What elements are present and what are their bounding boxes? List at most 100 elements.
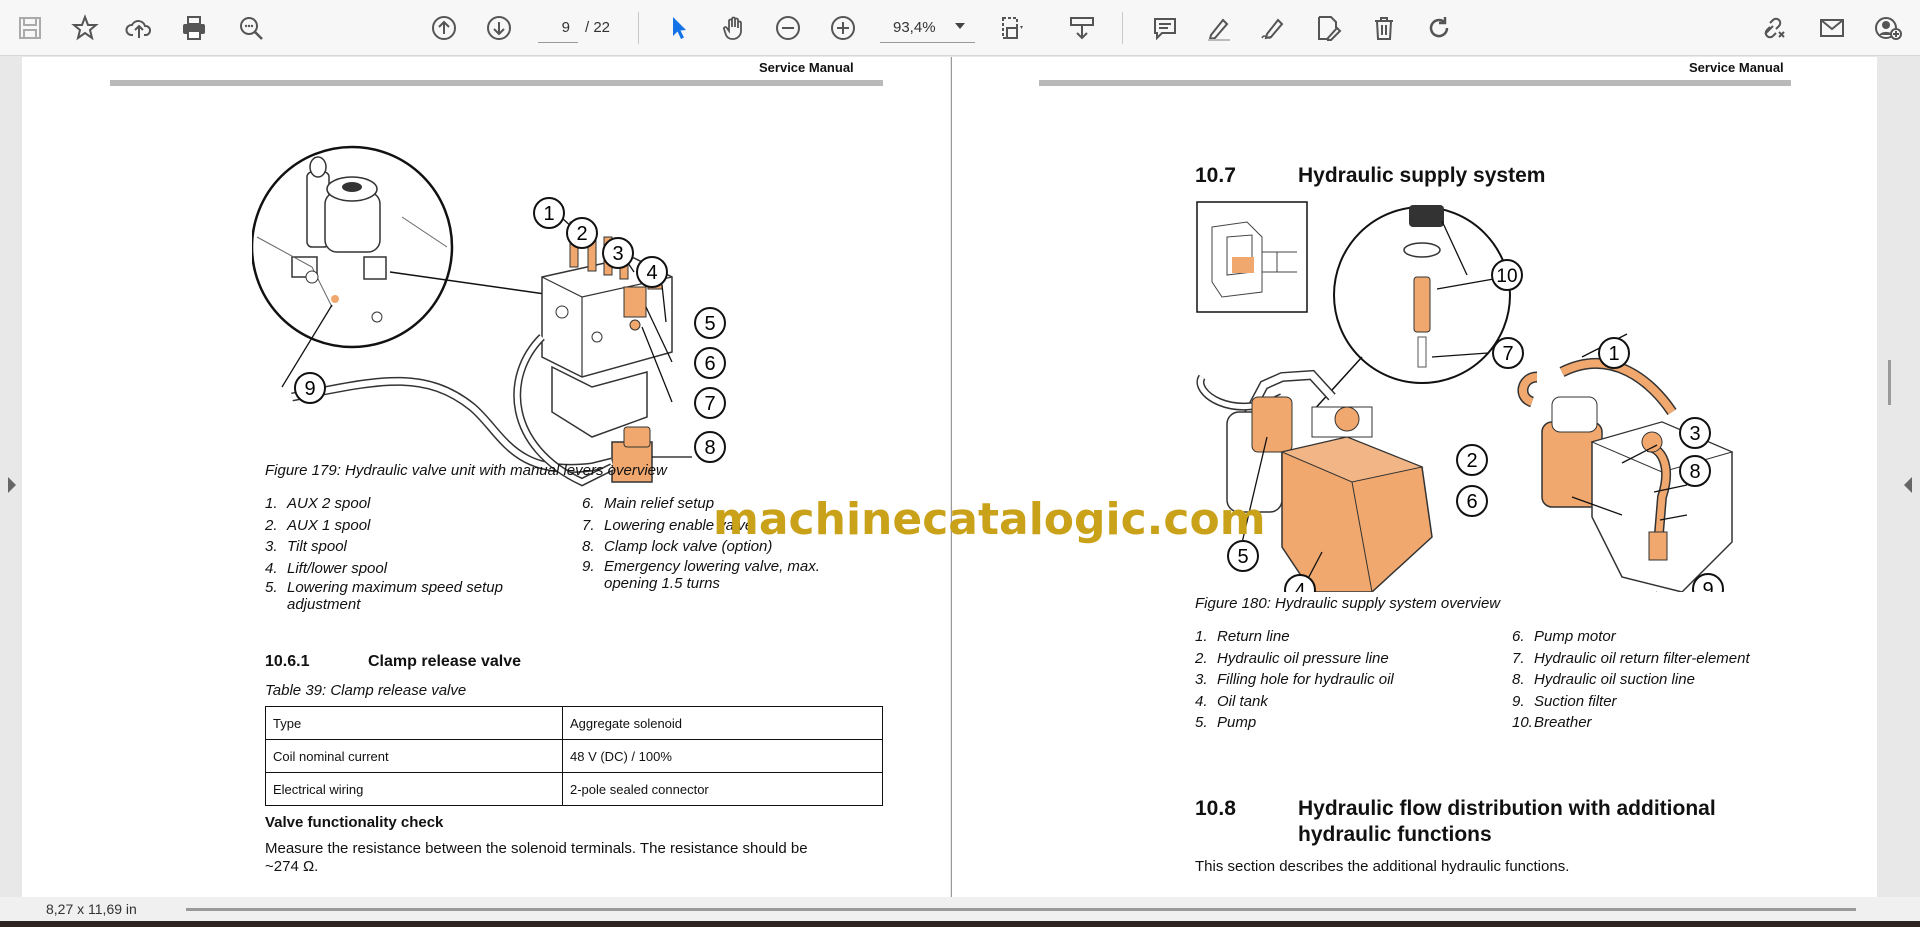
page-right: Service Manual 10.7 Hydraulic supply sys… [951,57,1877,897]
status-bar: 8,27 x 11,69 in [0,897,1920,921]
select-cursor-icon[interactable] [660,9,698,47]
svg-text:5: 5 [704,313,715,335]
check-title: Valve functionality check [265,814,444,831]
email-envelope-icon[interactable] [1813,9,1851,47]
legend-item: 2. Hydraulic oil pressure line [1195,649,1389,667]
vertical-scrollbar[interactable] [1888,360,1891,405]
section-title: Hydraulic flow distribution with additio… [1298,797,1716,820]
table-caption: Table 39: Clamp release valve [265,682,467,699]
section-title: Hydraulic supply system [1298,164,1546,187]
svg-text:2: 2 [576,223,587,245]
figure-legend-col2: 6. Pump motor 7. Hydraulic oil return filt… [1512,626,1812,734]
legend-item: 1. AUX 2 spool [265,495,371,512]
bookmark-star-icon[interactable] [66,9,104,47]
watermark-text: machinecatalogic.com [713,494,1266,545]
zoom-search-icon[interactable] [232,9,270,47]
legend-item: 3. Tilt spool [265,538,347,555]
page-total: / 22 [585,19,611,36]
table-cell: Electrical wiring [265,772,563,806]
user-account-icon[interactable] [1869,9,1907,47]
svg-text:5: 5 [1237,546,1248,568]
legend-item: 10. Breather [1512,714,1592,731]
zoom-in-icon[interactable] [824,9,862,47]
svg-text:8: 8 [704,437,715,459]
section-number: 10.6.1 [265,653,310,670]
legend-item: 1. Return line [1195,628,1290,645]
taskbar-edge [0,921,1920,927]
figure-legend-col1: 1. Return line 2. Hydraulic oil pressure l… [1195,626,1495,734]
section-number: 10.7 [1195,164,1236,187]
page-left: Service Manual 1 2 3 4 5 6 7 8 9 Figure … [22,57,950,897]
legend-item: 4. Lift/lower spool [265,559,388,577]
legend-item: 9. Emergency lowering valve, max. opening… [582,557,820,592]
zoom-dropdown-icon[interactable] [955,23,965,29]
svg-text:10: 10 [1496,266,1517,287]
check-text: Measure the resistance between the solen… [265,840,808,875]
fill-sign-icon[interactable] [1309,9,1347,47]
svg-text:4: 4 [1294,580,1305,592]
cloud-upload-icon[interactable] [120,9,158,47]
legend-item: 5. Lowering maximum speed setup adjustmen… [265,579,503,613]
section-text: This section describes the additional hy… [1195,858,1570,875]
redo-rotate-icon[interactable] [1420,9,1458,47]
toolbar-divider [1122,12,1123,44]
horizontal-scrollbar[interactable] [186,908,1856,911]
svg-text:3: 3 [1689,423,1700,445]
header-rule [1039,80,1791,86]
page-number-input[interactable]: 9 [538,13,578,43]
svg-text:1: 1 [543,203,554,225]
page-fit-icon[interactable] [993,9,1031,47]
svg-text:9: 9 [1702,579,1713,592]
svg-text:1: 1 [1608,343,1619,365]
legend-item: 2. AUX 1 spool [265,516,371,534]
svg-text:8: 8 [1689,461,1700,483]
figure-caption: Figure 179: Hydraulic valve unit with ma… [265,462,667,479]
previous-page-icon[interactable] [425,9,463,47]
table-row: Coil nominal current 48 V (DC) / 100% [265,739,883,773]
svg-text:2: 2 [1466,450,1477,472]
table-cell: Type [265,706,563,740]
legend-item: 5. Pump [1195,714,1257,731]
save-icon[interactable] [11,9,49,47]
highlight-pen-icon[interactable] [1200,9,1238,47]
svg-text:3: 3 [612,243,623,265]
print-icon[interactable] [175,9,213,47]
svg-text:7: 7 [1502,343,1513,365]
svg-text:6: 6 [1466,491,1477,513]
zoom-out-icon[interactable] [769,9,807,47]
svg-text:6: 6 [704,353,715,375]
share-link-icon[interactable] [1754,9,1792,47]
section-title: Clamp release valve [368,653,521,670]
comment-icon[interactable] [1146,9,1184,47]
page-header: Service Manual [759,60,854,75]
draw-freehand-icon[interactable] [1254,9,1292,47]
next-page-icon[interactable] [480,9,518,47]
toolbar: 9 / 22 93,4% [0,0,1920,56]
svg-text:7: 7 [704,393,715,415]
legend-item: 7. Hydraulic oil return filter-element [1512,649,1750,667]
legend-item: 6. Pump motor [1512,628,1616,645]
legend-item: 3. Filling hole for hydraulic oil [1195,671,1394,688]
legend-item: 8. Hydraulic oil suction line [1512,671,1695,688]
svg-text:4: 4 [646,262,657,284]
left-panel-toggle-icon[interactable] [8,477,16,493]
hand-pan-icon[interactable] [715,9,753,47]
figure-legend-col1: 1. AUX 2 spool 2. AUX 1 spool 3. Tilt spool… [265,493,525,613]
page-header: Service Manual [1689,60,1784,75]
delete-trash-icon[interactable] [1365,9,1403,47]
right-panel-toggle-icon[interactable] [1904,477,1912,493]
document-viewer[interactable]: Service Manual 1 2 3 4 5 6 7 8 9 Figure … [0,57,1920,897]
table-cell: Aggregate solenoid [562,706,883,740]
table-row: Type Aggregate solenoid [265,706,883,740]
hydraulic-valve-figure: 1 2 3 4 5 6 7 8 9 [252,145,726,487]
table-cell: 2-pole sealed connector [562,772,883,806]
download-scroll-icon[interactable] [1063,9,1101,47]
svg-text:9: 9 [304,378,315,400]
hydraulic-supply-figure: 10 7 1 2 3 8 6 5 4 9 [1196,201,1734,592]
figure-caption: Figure 180: Hydraulic supply system over… [1195,595,1501,612]
page-size-label: 8,27 x 11,69 in [46,901,137,917]
header-rule [110,80,883,86]
table-cell: Coil nominal current [265,739,563,773]
spec-table: Type Aggregate solenoid Coil nominal cur… [265,706,883,806]
table-row: Electrical wiring 2-pole sealed connecto… [265,772,883,806]
